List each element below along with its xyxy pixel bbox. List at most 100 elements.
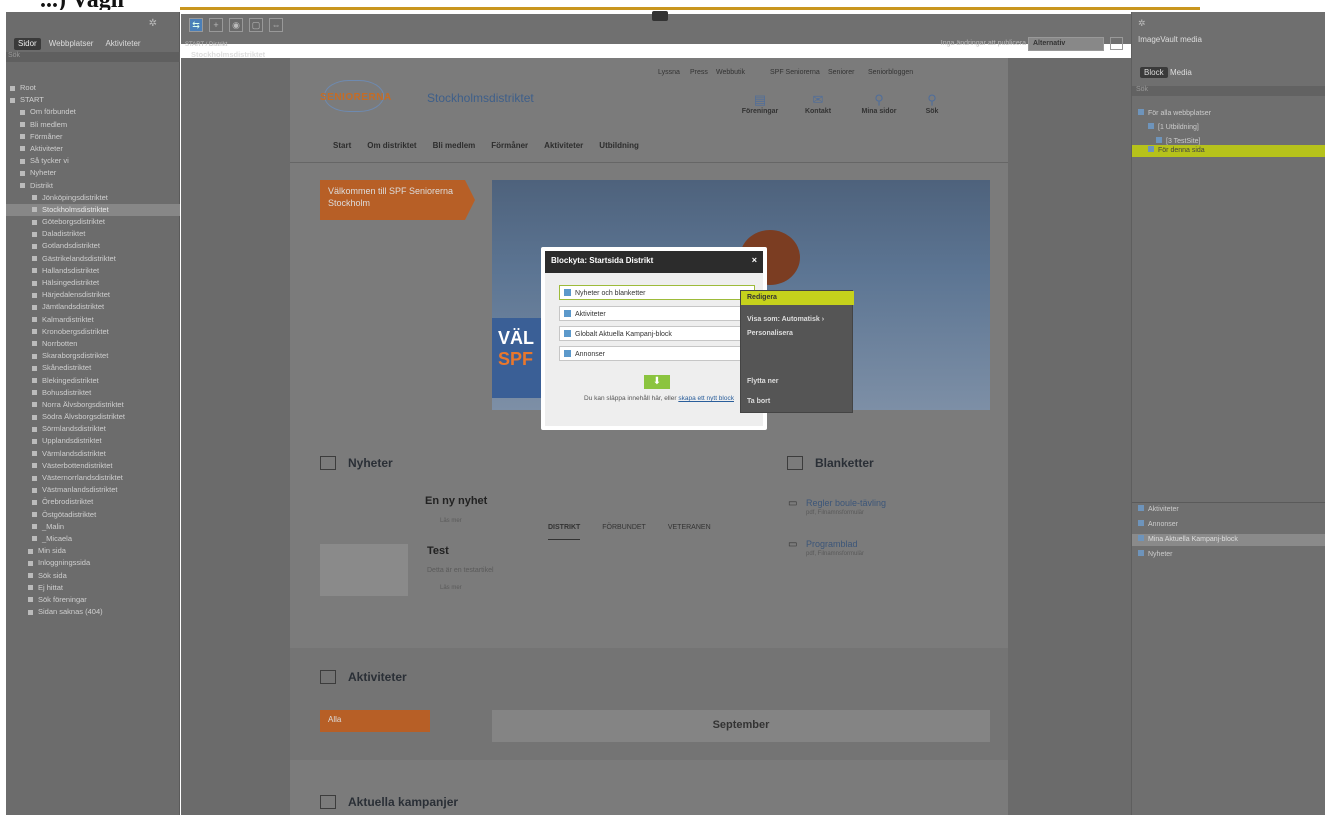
collapse-handle[interactable] bbox=[652, 11, 668, 21]
folder-this-page[interactable]: För denna sida bbox=[1132, 145, 1325, 157]
pages-toggle-button[interactable]: ⇆ bbox=[189, 18, 203, 32]
tree-item[interactable]: Bli medlem bbox=[6, 119, 180, 131]
tree-item[interactable]: _Malin bbox=[6, 521, 180, 533]
context-menu-item[interactable]: Visa som: Automatisk › bbox=[741, 313, 854, 327]
site-logo[interactable]: SENIORERNA bbox=[320, 78, 430, 118]
breadcrumb[interactable]: START / Distrikt bbox=[185, 42, 227, 48]
tree-item[interactable]: Jönköpingsdistriktet bbox=[6, 192, 180, 204]
tree-item[interactable]: START bbox=[6, 94, 180, 106]
folder-item[interactable]: [1 Utbildning] bbox=[1132, 122, 1325, 134]
header-search[interactable]: ⚲ Sök bbox=[907, 92, 957, 115]
preview-icon[interactable]: ◉ bbox=[229, 18, 243, 32]
context-menu-item[interactable]: Personalisera bbox=[741, 327, 854, 341]
tree-item[interactable]: Härjedalensdistriktet bbox=[6, 289, 180, 301]
tree-item[interactable]: Kronobergsdistriktet bbox=[6, 326, 180, 338]
nav-activities[interactable]: Aktiviteter bbox=[544, 141, 583, 150]
header-my-pages[interactable]: ⚲ Mina sidor bbox=[854, 92, 904, 115]
tree-item[interactable]: Blekingedistriktet bbox=[6, 375, 180, 387]
tree-item[interactable]: Ej hittat bbox=[6, 582, 180, 594]
tree-item[interactable]: Så tycker vi bbox=[6, 155, 180, 167]
block-item[interactable]: Globalt Aktuella Kampanj-block bbox=[559, 326, 755, 341]
tree-item[interactable]: Västerbottendistriktet bbox=[6, 460, 180, 472]
tree-item[interactable]: Norra Älvsborgsdistriktet bbox=[6, 399, 180, 411]
tree-item[interactable]: _Micaela bbox=[6, 533, 180, 545]
tab-federation[interactable]: FÖRBUNDET bbox=[602, 524, 646, 540]
tree-item[interactable]: Norrbotten bbox=[6, 338, 180, 350]
folder-all-sites[interactable]: För alla webbplatser bbox=[1132, 108, 1325, 120]
compare-icon[interactable]: ▢ bbox=[249, 18, 263, 32]
block-item[interactable]: Aktiviteter bbox=[559, 306, 755, 321]
block-list-item[interactable]: Mina Aktuella Kampanj-block bbox=[1132, 534, 1325, 546]
block-list-item[interactable]: Annonser bbox=[1132, 519, 1325, 531]
tree-item[interactable]: Södra Älvsborgsdistriktet bbox=[6, 411, 180, 423]
nav-about[interactable]: Om distriktet bbox=[367, 141, 416, 150]
tab-veteran[interactable]: VETERANEN bbox=[668, 524, 711, 540]
create-block-link[interactable]: skapa ett nytt block bbox=[678, 395, 734, 402]
options-button[interactable]: Alternativ bbox=[1028, 37, 1104, 51]
drop-zone-icon[interactable]: ⬇ bbox=[644, 375, 670, 389]
close-icon[interactable]: × bbox=[752, 255, 757, 265]
block-list-item[interactable]: Nyheter bbox=[1132, 549, 1325, 561]
tab-pages[interactable]: Sidor bbox=[14, 38, 41, 50]
nav-benefits[interactable]: Förmåner bbox=[491, 141, 528, 150]
tree-search-input[interactable]: Sök bbox=[6, 52, 180, 62]
top-link-seniorer[interactable]: Seniorer bbox=[828, 69, 854, 76]
tree-item[interactable]: Inloggningssida bbox=[6, 557, 180, 569]
tree-item[interactable]: Hälsingedistriktet bbox=[6, 277, 180, 289]
tree-item[interactable]: Daladistriktet bbox=[6, 228, 180, 240]
add-icon[interactable]: + bbox=[209, 18, 223, 32]
nav-education[interactable]: Utbildning bbox=[599, 141, 639, 150]
tab-district[interactable]: DISTRIKT bbox=[548, 524, 581, 540]
tree-item[interactable]: Upplandsdistriktet bbox=[6, 435, 180, 447]
read-more-link[interactable]: Läs mer bbox=[440, 518, 462, 524]
tree-item[interactable]: Sidan saknas (404) bbox=[6, 606, 180, 618]
context-menu-item[interactable]: Flytta ner bbox=[741, 375, 854, 389]
tree-item[interactable]: Värmlandsdistriktet bbox=[6, 448, 180, 460]
panel-toggle-icon[interactable] bbox=[1110, 37, 1123, 50]
news-thumbnail[interactable] bbox=[320, 544, 408, 596]
read-more-link[interactable]: Läs mer bbox=[440, 585, 462, 591]
top-link-lyssna[interactable]: Lyssna bbox=[658, 69, 680, 76]
tab-block[interactable]: Block bbox=[1140, 67, 1168, 78]
tree-item[interactable]: Gästrikelandsdistriktet bbox=[6, 253, 180, 265]
tree-item[interactable]: Västernorrlandsdistriktet bbox=[6, 472, 180, 484]
tab-activities[interactable]: Aktiviteter bbox=[101, 38, 144, 50]
block-item[interactable]: Annonser bbox=[559, 346, 755, 361]
tree-item[interactable]: Västmanlandsdistriktet bbox=[6, 484, 180, 496]
context-menu-item[interactable] bbox=[741, 357, 854, 371]
tree-item[interactable]: Göteborgsdistriktet bbox=[6, 216, 180, 228]
tree-item[interactable]: Min sida bbox=[6, 545, 180, 557]
tree-item[interactable]: Sörmlandsdistriktet bbox=[6, 423, 180, 435]
tree-item[interactable]: Kalmardistriktet bbox=[6, 314, 180, 326]
tree-item[interactable]: Root bbox=[6, 82, 180, 94]
block-item[interactable]: Nyheter och blanketter bbox=[559, 285, 755, 300]
gear-icon[interactable]: ✲ bbox=[149, 18, 157, 29]
tree-item[interactable]: Förmåner bbox=[6, 131, 180, 143]
tree-item[interactable]: Nyheter bbox=[6, 167, 180, 179]
nav-member[interactable]: Bli medlem bbox=[433, 141, 476, 150]
context-menu-item[interactable] bbox=[741, 343, 854, 357]
expand-icon[interactable]: ⇔ bbox=[269, 18, 283, 32]
top-link-spf[interactable]: SPF Seniorerna bbox=[770, 69, 820, 76]
tree-item[interactable]: Östgötadistriktet bbox=[6, 509, 180, 521]
header-contact[interactable]: ✉ Kontakt bbox=[793, 92, 843, 115]
top-link-blog[interactable]: Seniorbloggen bbox=[868, 69, 913, 76]
activities-filter-all[interactable]: Alla bbox=[320, 710, 430, 732]
tab-media[interactable]: Media bbox=[1166, 67, 1196, 78]
header-associations[interactable]: ▤ Föreningar bbox=[735, 92, 785, 115]
news-item-title[interactable]: En ny nyhet bbox=[425, 495, 487, 507]
top-link-press[interactable]: Press bbox=[690, 69, 708, 76]
tree-item[interactable]: Om förbundet bbox=[6, 106, 180, 118]
tree-item[interactable]: Hallandsdistriktet bbox=[6, 265, 180, 277]
form-link[interactable]: Regler boule-tävling bbox=[806, 498, 886, 508]
tree-item[interactable]: Bohusdistriktet bbox=[6, 387, 180, 399]
form-link[interactable]: Programblad bbox=[806, 539, 858, 549]
tree-item[interactable]: Gotlandsdistriktet bbox=[6, 240, 180, 252]
tree-item[interactable]: Aktiviteter bbox=[6, 143, 180, 155]
tab-sites[interactable]: Webbplatser bbox=[45, 38, 98, 50]
nav-start[interactable]: Start bbox=[333, 141, 351, 150]
assets-search-input[interactable]: Sök bbox=[1132, 86, 1325, 96]
tree-item[interactable]: Skaraborgsdistriktet bbox=[6, 350, 180, 362]
context-menu-item[interactable]: Redigera bbox=[741, 291, 854, 305]
block-list-item[interactable]: Aktiviteter bbox=[1132, 504, 1325, 516]
